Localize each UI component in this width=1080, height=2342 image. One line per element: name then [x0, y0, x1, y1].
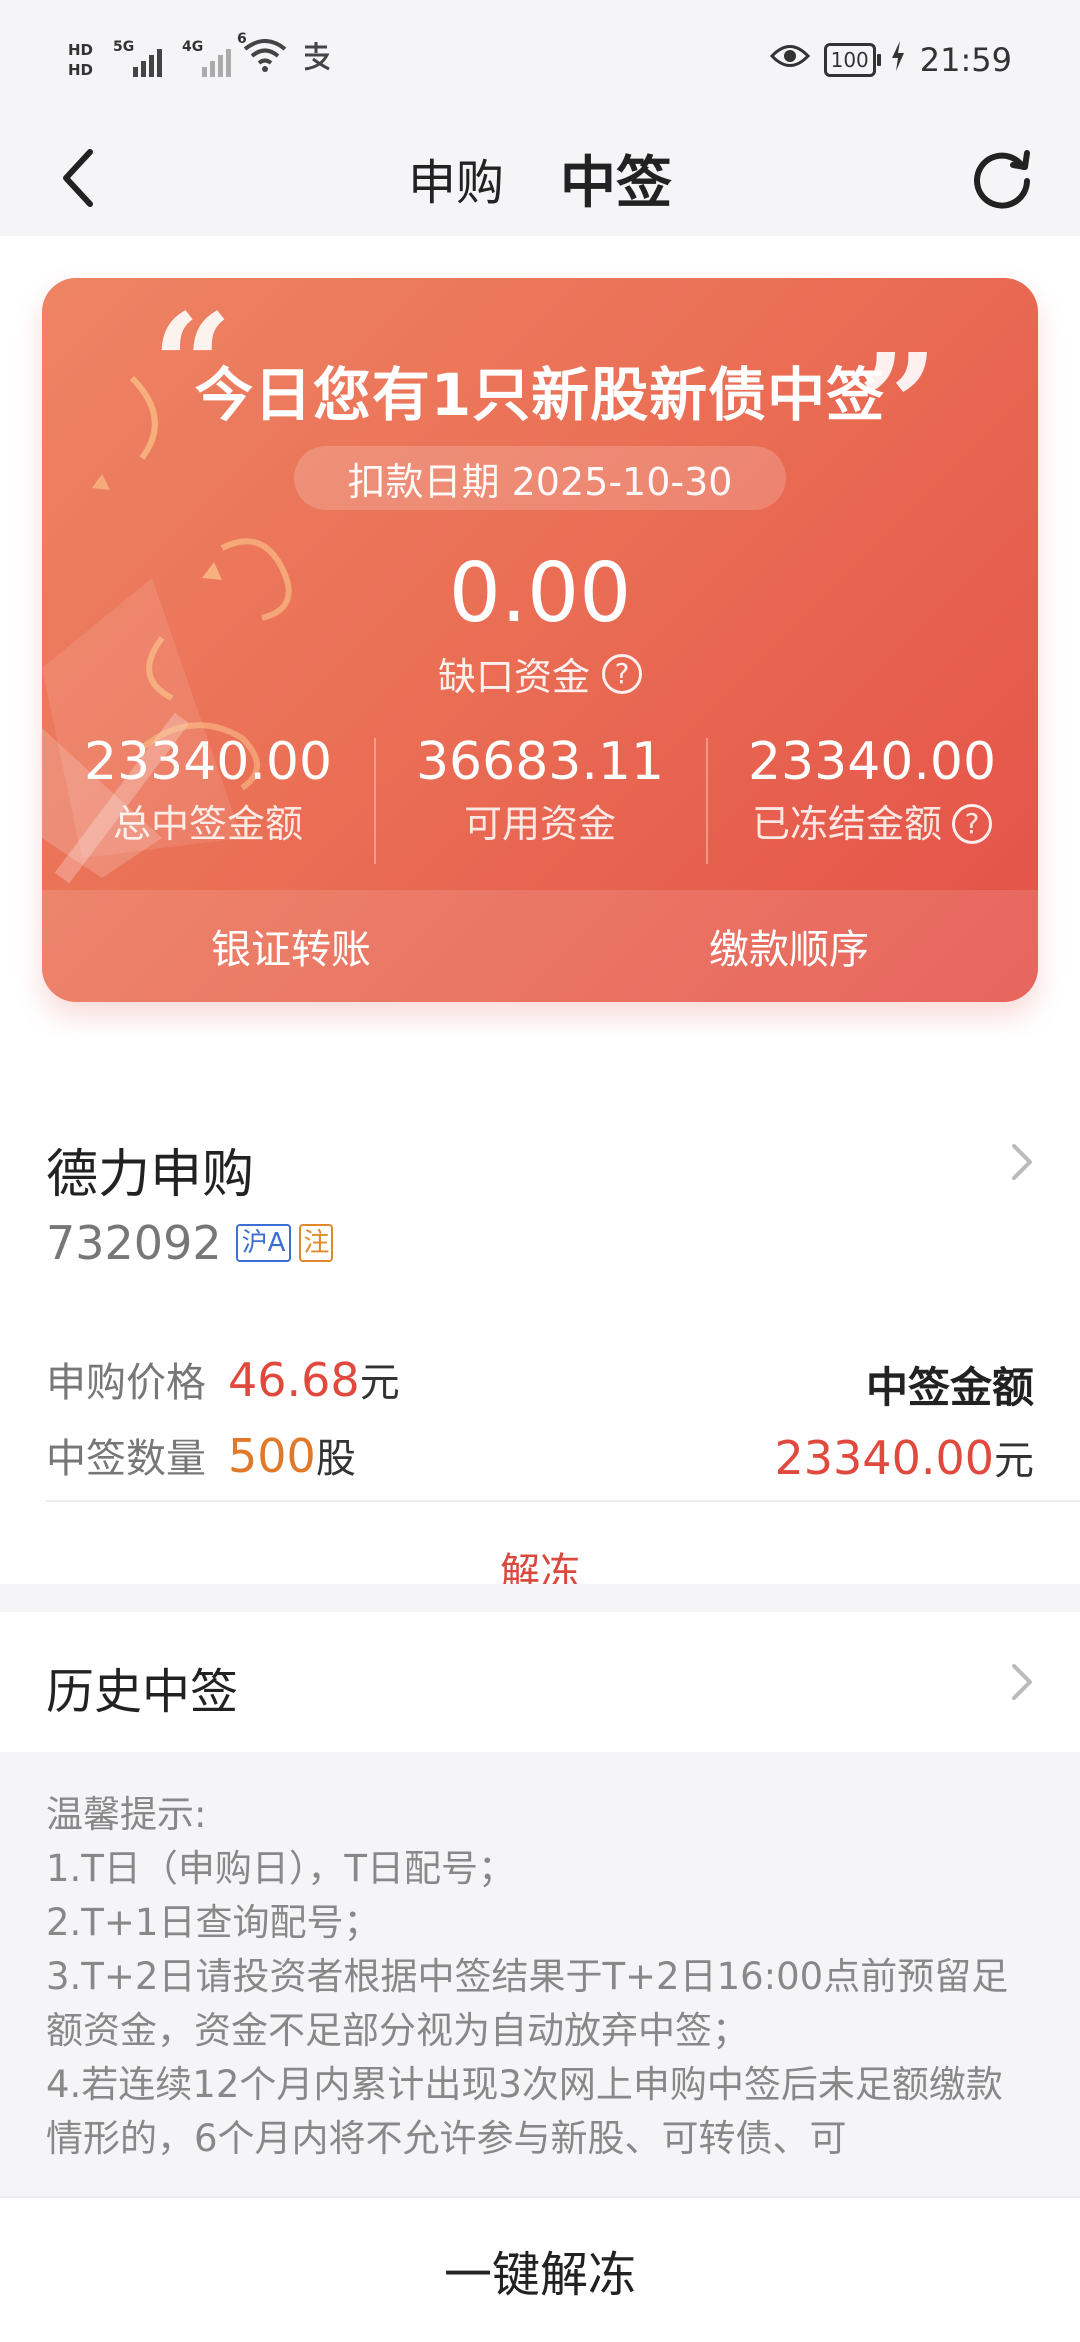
win-amount-unit: 元 [994, 1438, 1034, 1484]
stock-item[interactable]: 德力申购 732092 沪A 注 申购价格 46.68元 中签数量 500股 中… [0, 1036, 1080, 1596]
wifi-tag: 6 [237, 30, 247, 47]
stat-frozen: 23340.00 已冻结金额 ? [706, 730, 1038, 864]
tips-line: 2.T+1日查询配号； [46, 1901, 381, 1944]
bank-transfer-button[interactable]: 银证转账 [42, 890, 540, 1002]
stat-value: 23340.00 [747, 732, 997, 792]
history-row[interactable]: 历史中签 [0, 1612, 1080, 1752]
hd-indicator: HD HD [68, 40, 93, 80]
registration-badge: 注 [299, 1224, 334, 1262]
price-value-group: 46.68元 [228, 1350, 400, 1408]
win-amount-label: 中签金额 [865, 1363, 1034, 1412]
stat-available: 36683.11 可用资金 [374, 730, 706, 864]
price-value: 46.68 [228, 1353, 360, 1407]
quantity-label: 中签数量 [46, 1436, 206, 1482]
tips-line: 1.T日（申购日），T日配号； [46, 1847, 516, 1890]
card-actions: 银证转账 缴款顺序 [42, 890, 1038, 1002]
bottom-bar: 一键解冻 [0, 2196, 1080, 2342]
stat-label-row: 已冻结金额 ? [706, 794, 1038, 854]
tips-text: 温馨提示: 1.T日（申购日），T日配号； 2.T+1日查询配号； 3.T+2日… [0, 1752, 1080, 2166]
tab-win[interactable]: 中签 [560, 138, 672, 219]
status-right: 100 21:59 [769, 41, 1012, 79]
charging-icon [890, 41, 906, 79]
divider [46, 1500, 1080, 1502]
stat-total-win: 23340.00 总中签金额 [42, 730, 374, 860]
refresh-icon [974, 150, 1030, 209]
battery-icon: 100 [823, 43, 881, 77]
nav-bar: 申购 中签 [0, 120, 1080, 236]
gap-funds-label-row: 缺口资金 ? [42, 646, 1038, 701]
status-left: HD HD 5G 4G 6 [68, 31, 333, 82]
section-gap [0, 1584, 1080, 1612]
tips-title: 温馨提示: [46, 1793, 207, 1836]
tab-apply[interactable]: 申购 [408, 143, 504, 213]
gap-funds-label: 缺口资金 [437, 655, 590, 699]
stock-code: 732092 [46, 1216, 222, 1270]
stat-label: 已冻结金额 [751, 802, 942, 846]
status-bar: HD HD 5G 4G 6 100 21:59 [0, 0, 1080, 120]
quantity-unit: 股 [315, 1436, 356, 1482]
stock-code-row: 732092 沪A 注 [46, 1216, 334, 1270]
eye-icon [769, 41, 810, 79]
signal-4g-icon: 4G [182, 39, 232, 77]
tips-line: 3.T+2日请投资者根据中签结果于T+2日16:00点前预留足额资金，资金不足部… [46, 1955, 1009, 2052]
stock-name: 德力申购 [46, 1145, 255, 1205]
price-label: 申购价格 [46, 1360, 206, 1406]
help-icon[interactable]: ? [952, 804, 992, 844]
alipay-icon [299, 39, 333, 82]
help-icon[interactable]: ? [602, 653, 642, 694]
net1-label: 5G [113, 39, 135, 55]
status-time: 21:59 [919, 41, 1012, 79]
unfreeze-all-button[interactable]: 一键解冻 [444, 2235, 636, 2305]
market-badge: 沪A [235, 1224, 292, 1262]
stat-label: 总中签金额 [112, 802, 303, 846]
net2-label: 4G [182, 39, 204, 55]
summary-stats: 23340.00 总中签金额 36683.11 可用资金 23340.00 已冻… [42, 730, 1038, 864]
stat-value: 36683.11 [415, 732, 665, 792]
wifi-icon: 6 [237, 31, 287, 82]
summary-headline: 今日您有1只新股新债中签 [194, 361, 886, 429]
tips-line: 4.若连续12个月内累计出现3次网上申购中签后未足额缴款情形的，6个月内将不允许… [46, 2063, 1003, 2160]
content: “ ” 今日您有1只新股新债中签 扣款日期 2025-10-30 0.00 缺口… [0, 236, 1080, 2196]
signal-5g-icon: 5G [113, 39, 163, 77]
hd1-label: HD [68, 41, 94, 59]
chevron-right-icon [1012, 1664, 1032, 1700]
summary-card: “ ” 今日您有1只新股新债中签 扣款日期 2025-10-30 0.00 缺口… [42, 278, 1038, 1002]
hd2-label: HD [68, 61, 94, 79]
tips-section: 温馨提示: 1.T日（申购日），T日配号； 2.T+1日查询配号； 3.T+2日… [0, 1752, 1080, 2196]
quantity-value: 500 [228, 1429, 316, 1483]
history-label: 历史中签 [46, 1664, 239, 1720]
refresh-button[interactable] [962, 138, 1042, 218]
chevron-left-icon [63, 149, 93, 207]
chevron-right-icon [1012, 1144, 1032, 1180]
stat-value: 23340.00 [83, 732, 333, 792]
price-unit: 元 [359, 1360, 400, 1406]
stat-label: 可用资金 [463, 802, 616, 846]
payment-order-button[interactable]: 缴款顺序 [540, 890, 1038, 1002]
deduction-date: 扣款日期 2025-10-30 [294, 446, 786, 510]
win-amount-value: 23340.00 [774, 1431, 995, 1485]
quantity-row: 中签数量 500股 [46, 1426, 356, 1484]
quantity-value-group: 500股 [228, 1426, 356, 1484]
back-button[interactable] [38, 138, 118, 218]
gap-funds-value: 0.00 [448, 546, 632, 641]
stat-label-row: 总中签金额 [42, 794, 374, 854]
stat-label-row: 可用资金 [374, 794, 706, 854]
price-row: 申购价格 46.68元 [46, 1350, 400, 1408]
win-amount-group: 23340.00 元 [775, 1428, 1035, 1486]
